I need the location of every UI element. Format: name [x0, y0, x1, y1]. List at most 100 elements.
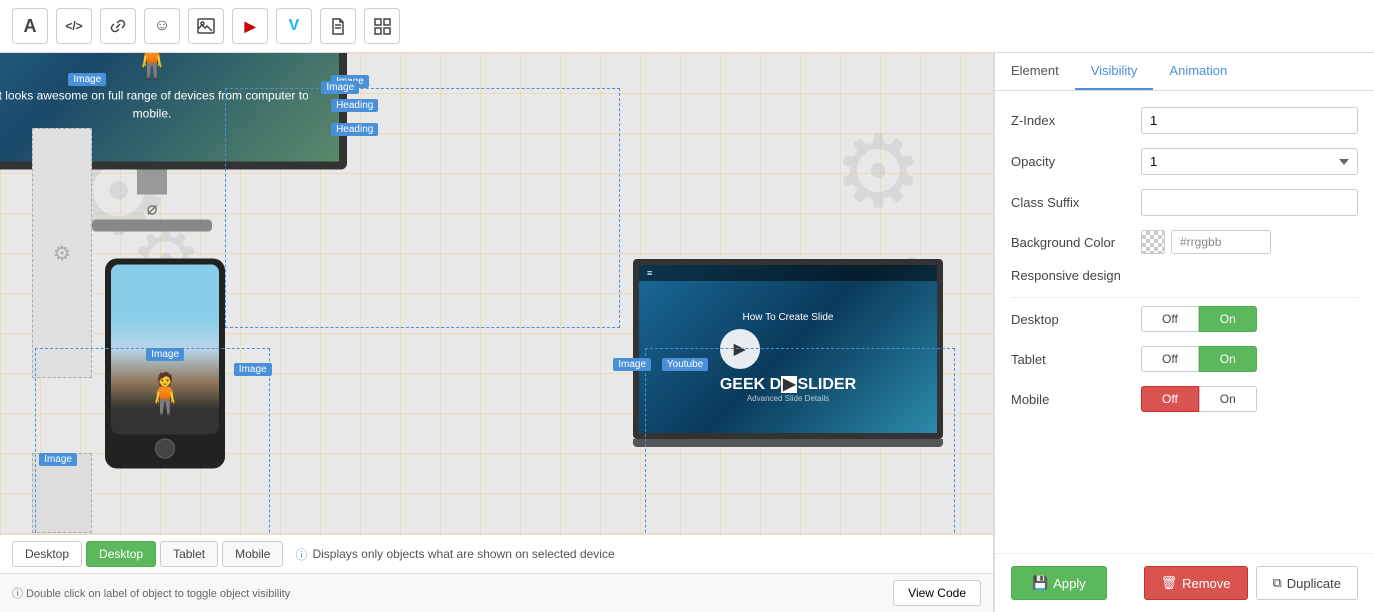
link-tool-button[interactable]	[100, 8, 136, 44]
desktop-off-btn[interactable]: Off	[1141, 306, 1199, 332]
toolbar: A </> ☺ ▶ V	[0, 0, 1374, 53]
z-index-label: Z-Index	[1011, 113, 1141, 128]
mobile-toggle: Off On	[1141, 386, 1358, 412]
tablet-toggle-group: Off On	[1141, 346, 1358, 372]
laptop-content-area: How To Create Slide ▶ GEEK D▶SLIDER Adva…	[720, 281, 856, 433]
element-label-image3[interactable]: Image	[146, 348, 184, 361]
element-label-image2[interactable]: Image	[68, 73, 106, 86]
bg-color-control: #rrggbb	[1141, 230, 1358, 254]
text-tool-button[interactable]: A	[12, 8, 48, 44]
laptop-title: GEEK D▶SLIDER	[720, 374, 856, 394]
desktop-toggle: Off On	[1141, 306, 1358, 332]
element-label-heading1[interactable]: Heading	[331, 99, 378, 112]
youtube-tool-button[interactable]: ▶	[232, 8, 268, 44]
apply-icon: 💾	[1032, 575, 1048, 591]
responsive-header-row: Responsive design	[1011, 268, 1358, 283]
laptop-menu-bar: ≡	[639, 265, 937, 281]
vimeo-tool-button[interactable]: V	[276, 8, 312, 44]
phone-home-button	[155, 439, 175, 459]
element-label-youtube[interactable]: Youtube	[662, 358, 708, 371]
tablet-on-btn[interactable]: On	[1199, 346, 1257, 372]
gear-bg-3: ⚙	[833, 113, 923, 230]
status-hint: ⓘ Double click on label of object to tog…	[12, 585, 290, 601]
mobile-toggle-group: Off On	[1141, 386, 1358, 412]
remove-button[interactable]: 🗑 Remove	[1144, 566, 1248, 600]
element-label-small[interactable]: Image	[39, 453, 77, 466]
desktop-toggle-group: Off On	[1141, 306, 1358, 332]
any-devices-tab[interactable]: Desktop	[12, 541, 82, 567]
tablet-row: Tablet Off On	[1011, 346, 1358, 372]
play-button[interactable]: ▶	[720, 329, 760, 369]
phone-mockup: 🧍	[105, 259, 225, 469]
opacity-control: 1 0.9 0.8 0.5	[1141, 148, 1358, 175]
tab-visibility[interactable]: Visibility	[1075, 53, 1154, 90]
desktop-label: Desktop	[1011, 312, 1141, 327]
tablet-label: Tablet	[1011, 352, 1141, 367]
widget-tool-button[interactable]	[364, 8, 400, 44]
left-image-placeholder: ⚙	[32, 128, 92, 378]
class-suffix-control	[1141, 189, 1358, 216]
panel-tabs: Element Visibility Animation	[995, 53, 1374, 91]
monitor-stand-base	[92, 220, 212, 232]
class-suffix-input[interactable]	[1141, 189, 1358, 216]
tablet-toggle: Off On	[1141, 346, 1358, 372]
monitor-body: It looks awesome on full range of device…	[0, 87, 319, 123]
tablet-off-btn[interactable]: Off	[1141, 346, 1199, 372]
laptop-screen-content: ≡ How To Create Slide ▶ GEEK D▶SLIDER Ad…	[639, 265, 937, 433]
duplicate-icon: ⧉	[1273, 575, 1282, 591]
color-value: #rrggbb	[1171, 230, 1271, 254]
duplicate-label: Duplicate	[1287, 576, 1341, 591]
bg-color-label: Background Color	[1011, 235, 1141, 250]
z-index-row: Z-Index	[1011, 107, 1358, 134]
mobile-row: Mobile Off On	[1011, 386, 1358, 412]
laptop-how-to: How To Create Slide	[720, 312, 856, 323]
element-label-phone[interactable]: Image	[234, 363, 272, 376]
action-bar: 💾 Apply 🗑 Remove ⧉ Duplicate	[995, 553, 1374, 612]
status-bar: ⓘ Double click on label of object to tog…	[0, 573, 993, 612]
laptop-screen: ≡ How To Create Slide ▶ GEEK D▶SLIDER Ad…	[633, 259, 943, 439]
color-swatch[interactable]	[1141, 230, 1165, 254]
tab-element[interactable]: Element	[995, 53, 1075, 90]
file-tool-button[interactable]	[320, 8, 356, 44]
remove-label: Remove	[1182, 576, 1230, 591]
right-panel: Element Visibility Animation Z-Index Opa…	[994, 53, 1374, 612]
desktop-row: Desktop Off On	[1011, 306, 1358, 332]
laptop-menu-icon: ≡	[647, 268, 652, 278]
device-bar: Desktop Desktop Tablet Mobile ⓘ Displays…	[0, 534, 993, 573]
mobile-tab[interactable]: Mobile	[222, 541, 283, 567]
desktop-tab[interactable]: Desktop	[86, 541, 156, 567]
bg-color-row: Background Color #rrggbb	[1011, 230, 1358, 254]
element-label-laptop-img[interactable]: Image	[613, 358, 651, 371]
remove-icon: 🗑	[1161, 575, 1178, 591]
view-code-button[interactable]: View Code	[893, 580, 981, 606]
desktop-on-btn[interactable]: On	[1199, 306, 1257, 332]
class-suffix-row: Class Suffix	[1011, 189, 1358, 216]
panel-content: Z-Index Opacity 1 0.9 0.8 0.5	[995, 91, 1374, 553]
image-tool-button[interactable]	[188, 8, 224, 44]
emoji-tool-button[interactable]: ☺	[144, 8, 180, 44]
phone-person: 🧍	[140, 375, 190, 415]
class-suffix-label: Class Suffix	[1011, 195, 1141, 210]
element-label-heading2[interactable]: Heading	[331, 123, 378, 136]
main-area: Image Image Heading Heading Image Image …	[0, 53, 1374, 612]
opacity-row: Opacity 1 0.9 0.8 0.5	[1011, 148, 1358, 175]
mobile-label: Mobile	[1011, 392, 1141, 407]
laptop-subtitle: Advanced Slide Details	[720, 394, 856, 403]
mobile-off-btn[interactable]: Off	[1141, 386, 1199, 412]
apply-button[interactable]: 💾 Apply	[1011, 566, 1107, 600]
device-info: ⓘ Displays only objects what are shown o…	[295, 546, 614, 563]
tablet-tab[interactable]: Tablet	[160, 541, 218, 567]
element-label-image-inner[interactable]: Image	[321, 81, 359, 94]
info-icon: ⓘ	[295, 546, 307, 563]
phone-body: 🧍	[105, 259, 225, 469]
opacity-select[interactable]: 1 0.9 0.8 0.5	[1141, 148, 1358, 175]
canvas-viewport[interactable]: Image Image Heading Heading Image Image …	[0, 53, 993, 534]
tab-animation[interactable]: Animation	[1153, 53, 1243, 90]
mobile-on-btn[interactable]: On	[1199, 386, 1257, 412]
canvas-area: Image Image Heading Heading Image Image …	[0, 53, 994, 612]
code-tool-button[interactable]: </>	[56, 8, 92, 44]
z-index-input[interactable]	[1141, 107, 1358, 134]
duplicate-button[interactable]: ⧉ Duplicate	[1256, 566, 1359, 600]
divider-1	[1011, 297, 1358, 298]
laptop-mockup: ≡ How To Create Slide ▶ GEEK D▶SLIDER Ad…	[633, 259, 943, 447]
